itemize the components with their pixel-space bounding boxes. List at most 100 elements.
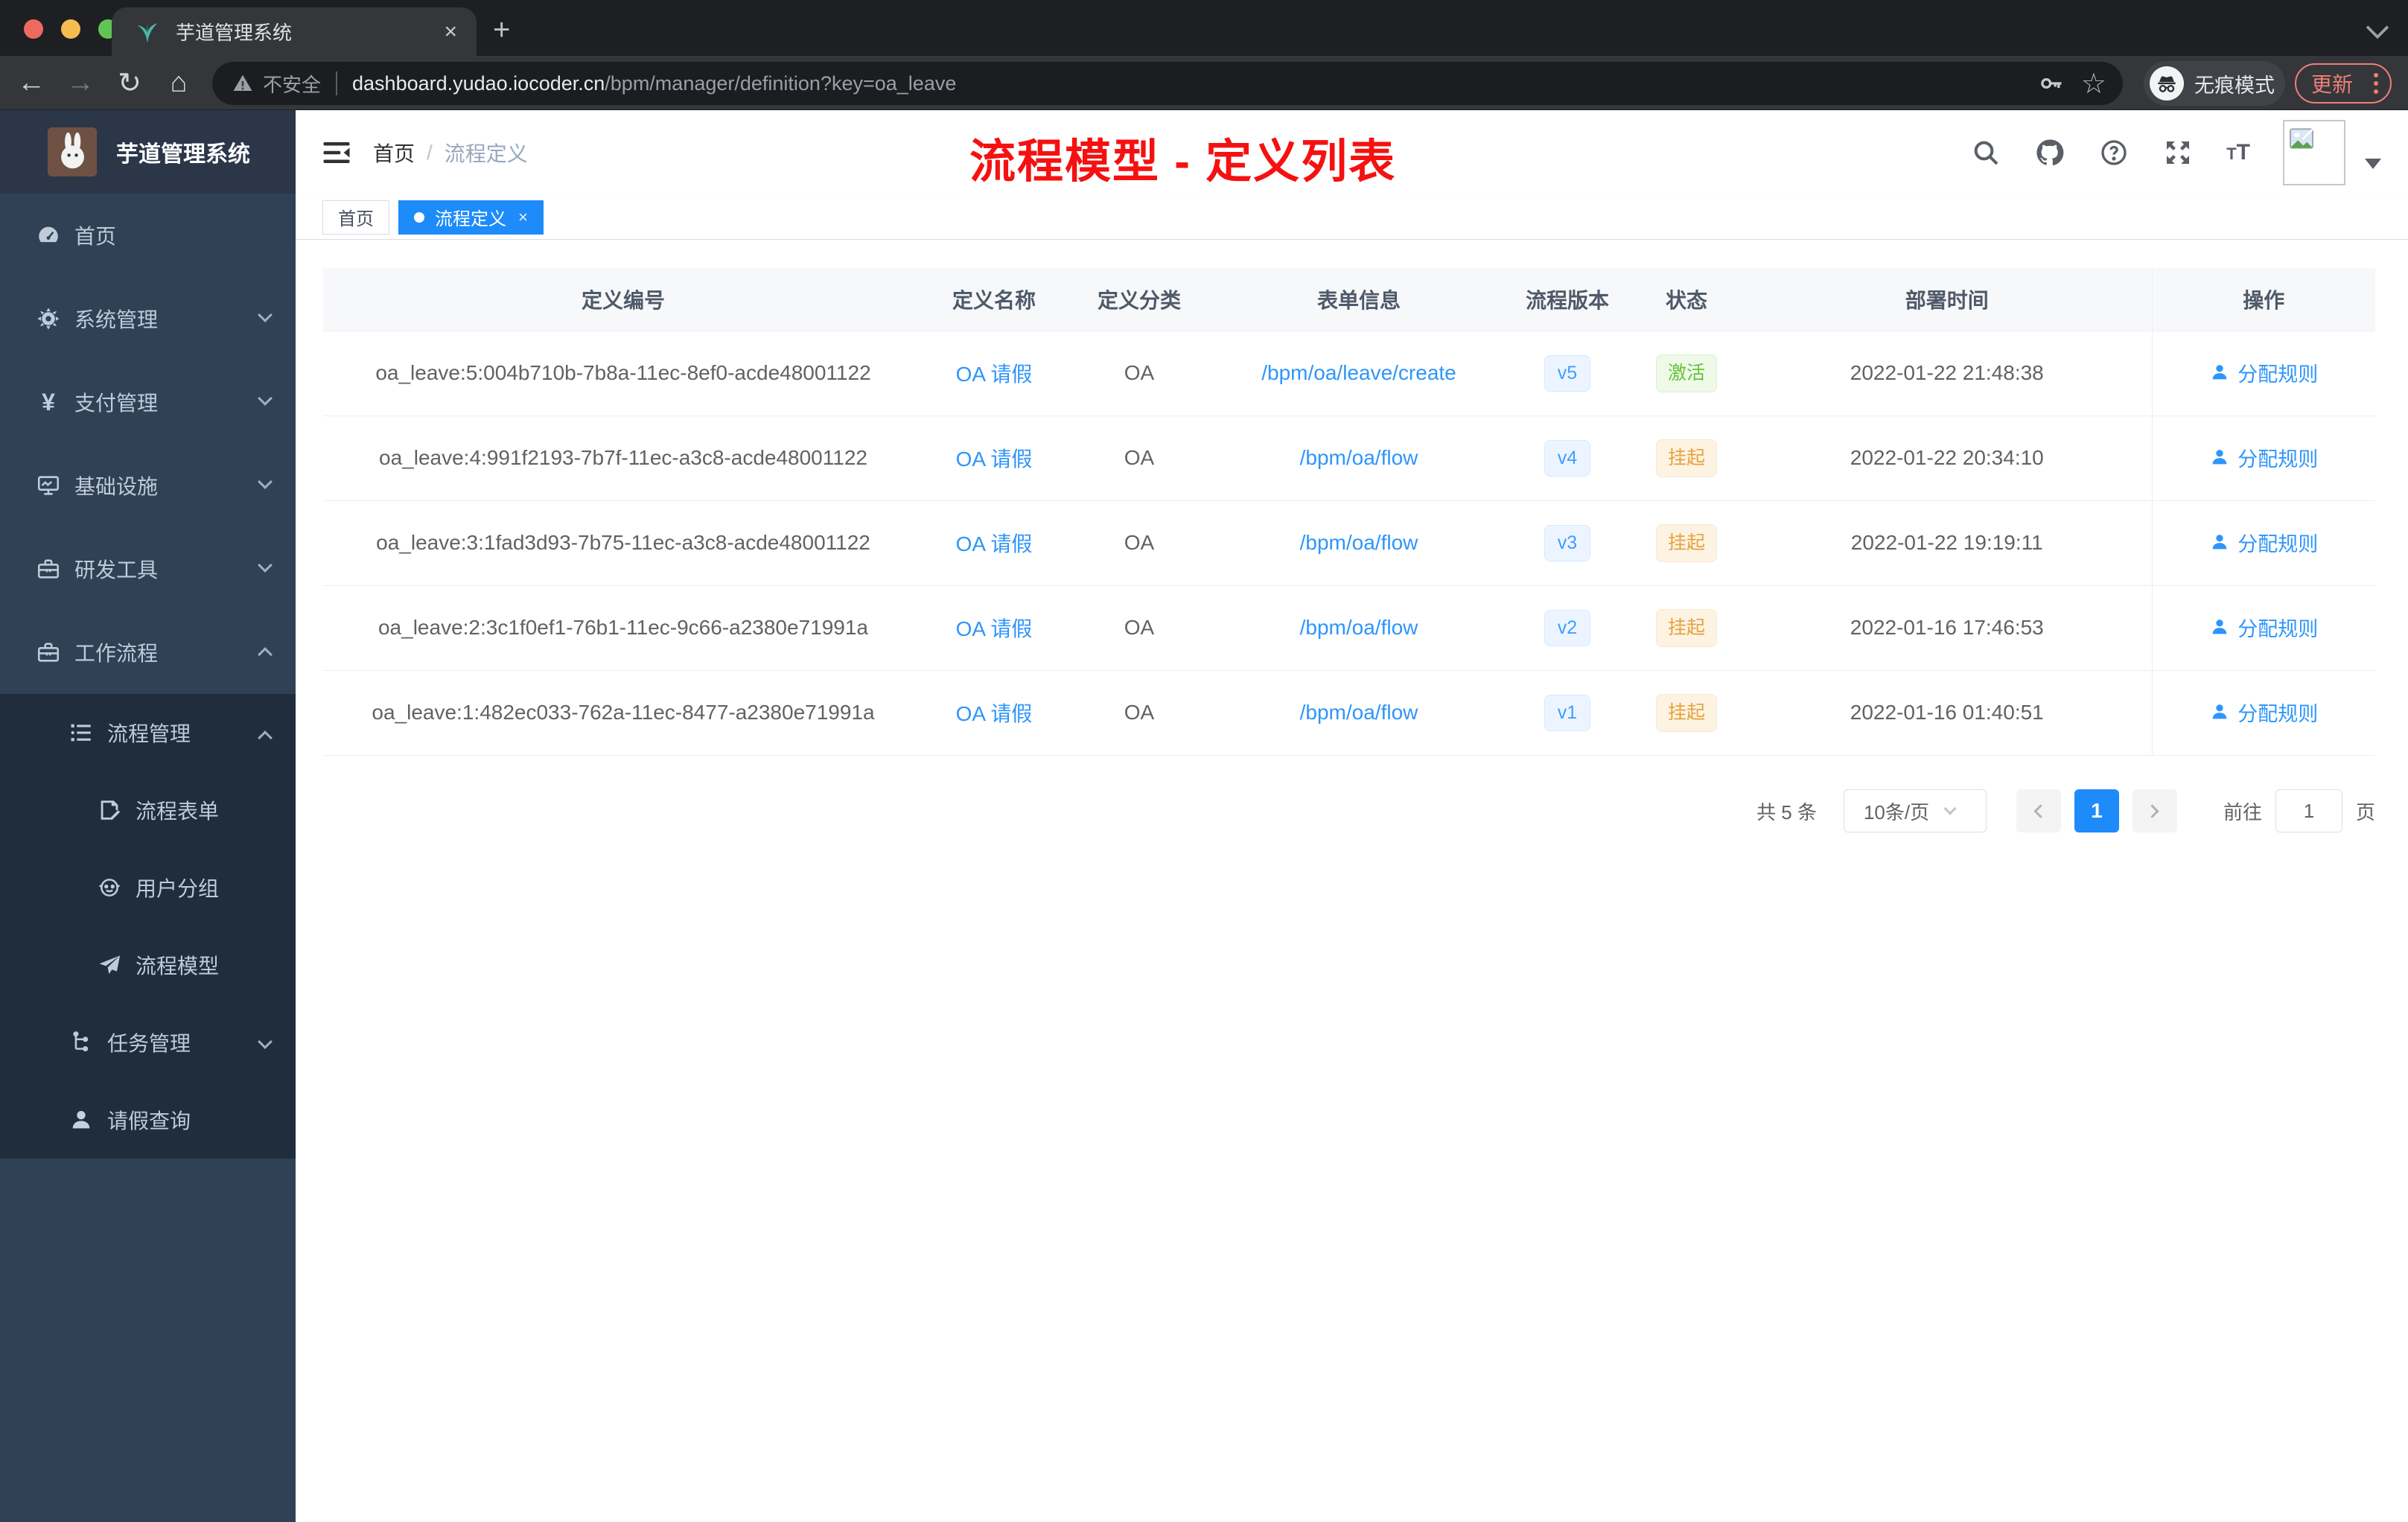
window-controls[interactable] bbox=[24, 19, 118, 39]
not-secure-warning-icon bbox=[233, 74, 252, 91]
forward-icon[interactable]: → bbox=[66, 67, 95, 99]
user-group-icon bbox=[97, 875, 122, 900]
sidebar-item-process-management[interactable]: 流程管理 bbox=[0, 694, 296, 771]
page-suffix-label: 页 bbox=[2355, 800, 2375, 824]
col-deploy-time: 部署时间 bbox=[1742, 268, 2152, 331]
cell-category: OA bbox=[1065, 330, 1214, 415]
prev-page-button[interactable] bbox=[2016, 789, 2061, 832]
sidebar-item-workflow[interactable]: 工作流程 bbox=[0, 611, 296, 694]
chevron-up-icon bbox=[258, 647, 273, 662]
goto-page-input[interactable] bbox=[2275, 789, 2342, 832]
search-icon[interactable] bbox=[1970, 137, 2001, 168]
gear-icon bbox=[36, 306, 61, 331]
form-link[interactable]: /bpm/oa/flow bbox=[1300, 616, 1418, 639]
version-badge[interactable]: v4 bbox=[1544, 439, 1591, 477]
browser-update-button[interactable]: 更新 bbox=[2295, 63, 2392, 104]
goto-label: 前往 bbox=[2223, 800, 2262, 824]
form-link[interactable]: /bpm/oa/flow bbox=[1300, 701, 1418, 724]
sidebar-item-process-model[interactable]: 流程模型 bbox=[0, 926, 296, 1004]
col-process-version: 流程版本 bbox=[1504, 268, 1631, 331]
form-link[interactable]: /bpm/oa/flow bbox=[1300, 531, 1418, 554]
sidebar-item-user-group[interactable]: 用户分组 bbox=[0, 849, 296, 926]
sidebar-item-process-form[interactable]: 流程表单 bbox=[0, 771, 296, 849]
version-badge[interactable]: v1 bbox=[1544, 694, 1591, 731]
minimize-window-button[interactable] bbox=[61, 19, 80, 39]
dashboard-icon bbox=[36, 223, 61, 248]
tag-process-definition[interactable]: 流程定义 × bbox=[398, 200, 544, 235]
tag-home[interactable]: 首页 bbox=[322, 200, 389, 235]
reload-icon[interactable]: ↻ bbox=[115, 66, 144, 100]
avatar[interactable] bbox=[2283, 120, 2345, 185]
definition-name-link[interactable]: OA 请假 bbox=[956, 617, 1033, 640]
assign-rule-link[interactable]: 分配规则 bbox=[2209, 698, 2318, 727]
version-badge[interactable]: v5 bbox=[1544, 354, 1591, 392]
col-actions: 操作 bbox=[2151, 268, 2375, 331]
definition-name-link[interactable]: OA 请假 bbox=[956, 702, 1033, 725]
home-icon[interactable]: ⌂ bbox=[164, 67, 194, 99]
font-size-icon[interactable]: TT bbox=[2226, 140, 2250, 165]
status-badge: 挂起 bbox=[1655, 693, 1717, 732]
chevron-down-icon bbox=[1943, 802, 1957, 815]
tab-close-icon[interactable]: × bbox=[444, 20, 457, 43]
chevron-down-icon bbox=[258, 391, 273, 406]
sidebar-item-home[interactable]: 首页 bbox=[0, 194, 296, 277]
form-link[interactable]: /bpm/oa/leave/create bbox=[1261, 361, 1456, 384]
not-secure-label[interactable]: 不安全 bbox=[263, 70, 321, 98]
breadcrumb-home[interactable]: 首页 bbox=[373, 138, 415, 168]
help-icon[interactable] bbox=[2098, 137, 2130, 168]
version-badge[interactable]: v3 bbox=[1544, 524, 1591, 561]
back-icon[interactable]: ← bbox=[16, 67, 46, 99]
red-annotation-title: 流程模型 - 定义列表 bbox=[969, 136, 1397, 188]
person-icon bbox=[69, 1107, 94, 1133]
pagination-total: 共 5 条 bbox=[1756, 800, 1817, 824]
browser-menu-kebab-icon[interactable] bbox=[2374, 73, 2378, 94]
browser-tab[interactable]: 芋道管理系统 × bbox=[112, 7, 477, 56]
sidebar-item-task-management[interactable]: 任务管理 bbox=[0, 1004, 296, 1081]
cell-category: OA bbox=[1065, 585, 1214, 670]
github-icon[interactable] bbox=[2034, 137, 2065, 168]
definition-name-link[interactable]: OA 请假 bbox=[956, 363, 1033, 386]
sidebar-item-payment-management[interactable]: ¥ 支付管理 bbox=[0, 360, 296, 444]
avatar-caret-icon[interactable] bbox=[2365, 159, 2381, 169]
assign-rule-link[interactable]: 分配规则 bbox=[2209, 358, 2318, 387]
sidebar-item-infrastructure[interactable]: 基础设施 bbox=[0, 444, 296, 527]
cell-deploy-time: 2022-01-16 01:40:51 bbox=[1742, 669, 2152, 756]
tag-close-icon[interactable]: × bbox=[518, 208, 528, 227]
table-row: oa_leave:4:991f2193-7b7f-11ec-a3c8-acde4… bbox=[323, 415, 2375, 500]
assign-rule-link[interactable]: 分配规则 bbox=[2209, 443, 2318, 472]
definition-name-link[interactable]: OA 请假 bbox=[956, 532, 1033, 555]
hamburger-collapse-icon[interactable] bbox=[321, 137, 352, 168]
cell-definition-id: oa_leave:5:004b710b-7b8a-11ec-8ef0-acde4… bbox=[323, 330, 923, 415]
pagination: 共 5 条 10条/页 1 前往 页 bbox=[1756, 789, 2375, 832]
browser-toolbar: ← → ↻ ⌂ 不安全 dashboard.yudao.iocoder.cn/b… bbox=[0, 56, 2408, 110]
next-page-button[interactable] bbox=[2132, 789, 2177, 832]
assign-rule-link[interactable]: 分配规则 bbox=[2209, 528, 2318, 557]
url-text[interactable]: dashboard.yudao.iocoder.cn/bpm/manager/d… bbox=[352, 72, 2030, 95]
page-size-select[interactable]: 10条/页 bbox=[1843, 789, 1987, 832]
close-window-button[interactable] bbox=[24, 19, 43, 39]
fullscreen-icon[interactable] bbox=[2162, 137, 2194, 168]
status-badge: 激活 bbox=[1655, 354, 1717, 392]
main-area: 首页 / 流程定义 流程模型 - 定义列表 TT 首页 流程定义 × 定义编号 … bbox=[296, 110, 2408, 1522]
cell-deploy-time: 2022-01-22 20:34:10 bbox=[1742, 415, 2152, 500]
definition-name-link[interactable]: OA 请假 bbox=[956, 448, 1033, 471]
tab-search-chevron-icon[interactable] bbox=[2366, 16, 2389, 39]
current-page-button[interactable]: 1 bbox=[2074, 789, 2119, 832]
chevron-down-icon bbox=[258, 558, 273, 573]
form-link[interactable]: /bpm/oa/flow bbox=[1300, 446, 1418, 469]
address-bar[interactable]: 不安全 dashboard.yudao.iocoder.cn/bpm/manag… bbox=[212, 62, 2123, 105]
sidebar-item-system-management[interactable]: 系统管理 bbox=[0, 277, 296, 360]
sidebar-item-leave-query[interactable]: 请假查询 bbox=[0, 1081, 296, 1159]
assign-rule-link[interactable]: 分配规则 bbox=[2209, 613, 2318, 642]
form-edit-icon bbox=[97, 797, 122, 823]
password-key-icon[interactable] bbox=[2038, 70, 2065, 97]
table-row: oa_leave:3:1fad3d93-7b75-11ec-a3c8-acde4… bbox=[323, 500, 2375, 585]
definition-table: 定义编号 定义名称 定义分类 表单信息 流程版本 状态 部署时间 操作 oa_l bbox=[323, 268, 2375, 756]
tree-icon bbox=[69, 1030, 94, 1055]
logo-rabbit-image bbox=[48, 127, 97, 176]
version-badge[interactable]: v2 bbox=[1544, 609, 1591, 646]
status-badge: 挂起 bbox=[1655, 523, 1717, 562]
new-tab-button[interactable]: + bbox=[493, 13, 510, 47]
bookmark-star-icon[interactable]: ☆ bbox=[2081, 67, 2106, 101]
sidebar-item-dev-tools[interactable]: 研发工具 bbox=[0, 527, 296, 611]
